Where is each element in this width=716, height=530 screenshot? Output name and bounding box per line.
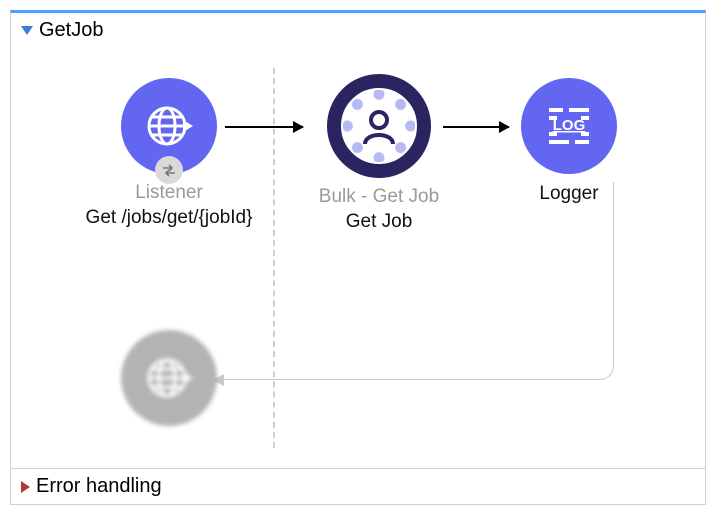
error-header[interactable]: Error handling [11, 469, 705, 504]
error-title: Error handling [36, 475, 162, 498]
flow-section: GetJob [11, 13, 705, 469]
flow-panel: GetJob [10, 10, 706, 505]
globe-arrow-icon [121, 78, 217, 174]
error-section: Error handling [11, 469, 705, 504]
return-path [223, 182, 614, 380]
arrow-2 [443, 126, 509, 128]
flow-header[interactable]: GetJob [11, 13, 705, 48]
log-icon: LOG [521, 78, 617, 174]
arrow-1 [225, 126, 303, 128]
exchange-icon [155, 156, 183, 184]
flow-canvas[interactable]: Listener Get /jobs/get/{jobId} Bulk - Ge… [11, 48, 705, 468]
globe-arrow-icon [121, 330, 217, 426]
response-node[interactable] [79, 330, 259, 434]
flow-title: GetJob [39, 19, 103, 42]
chevron-right-icon [21, 481, 30, 493]
chevron-down-icon [21, 26, 33, 35]
person-ring-icon [327, 74, 431, 178]
svg-text:LOG: LOG [553, 117, 586, 134]
